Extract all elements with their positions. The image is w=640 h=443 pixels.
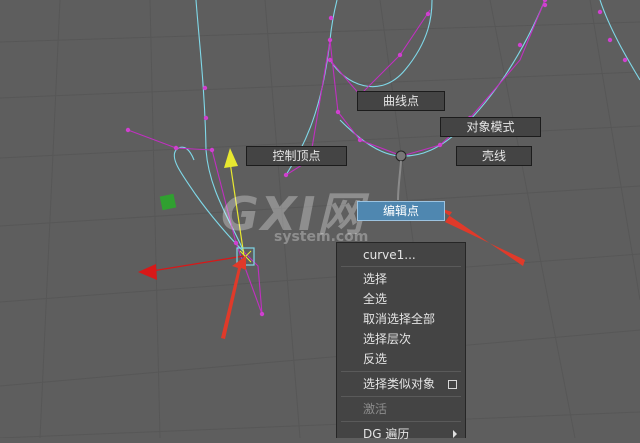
marking-menu-hull[interactable]: 壳线 bbox=[456, 146, 532, 166]
context-menu: curve1... 选择 全选 取消选择全部 选择层次 反选 选择类似对象 激活… bbox=[336, 242, 466, 441]
menu-separator bbox=[341, 421, 461, 422]
menu-item-invert-selection[interactable]: 反选 bbox=[363, 350, 457, 368]
cv-point[interactable] bbox=[125, 127, 131, 133]
marking-menu-edit-point[interactable]: 编辑点 bbox=[357, 201, 445, 221]
cv-point[interactable] bbox=[517, 42, 523, 48]
marking-menu-object-mode[interactable]: 对象模式 bbox=[440, 117, 541, 137]
cv-point[interactable] bbox=[202, 85, 208, 91]
pivot-handle-icon[interactable] bbox=[395, 150, 407, 162]
cv-point[interactable] bbox=[173, 145, 179, 151]
menu-separator bbox=[341, 396, 461, 397]
menu-item-select-all[interactable]: 全选 bbox=[363, 290, 457, 308]
menu-item-select-hierarchy[interactable]: 选择层次 bbox=[363, 330, 457, 348]
cv-point[interactable] bbox=[597, 9, 603, 15]
cv-point[interactable] bbox=[209, 147, 215, 153]
cv-point[interactable] bbox=[397, 52, 403, 58]
cv-point[interactable] bbox=[259, 311, 265, 317]
marking-menu-control-vertex[interactable]: 控制顶点 bbox=[246, 146, 347, 166]
menu-item-select[interactable]: 选择 bbox=[363, 270, 457, 288]
cv-point[interactable] bbox=[542, 2, 548, 8]
menu-item-dg-traversal[interactable]: DG 遍历 bbox=[363, 425, 457, 443]
cv-point[interactable] bbox=[607, 37, 613, 43]
cv-point[interactable] bbox=[357, 137, 363, 143]
cv-point[interactable] bbox=[327, 57, 333, 63]
option-box-icon[interactable] bbox=[448, 380, 457, 389]
menu-item-select-similar[interactable]: 选择类似对象 bbox=[363, 375, 457, 393]
cv-point[interactable] bbox=[335, 109, 341, 115]
green-handle[interactable] bbox=[159, 193, 177, 211]
cv-point[interactable] bbox=[203, 115, 209, 121]
cv-point[interactable] bbox=[328, 15, 334, 21]
cv-point[interactable] bbox=[437, 142, 443, 148]
submenu-arrow-icon bbox=[453, 430, 457, 438]
marking-menu-curve-point[interactable]: 曲线点 bbox=[357, 91, 445, 111]
menu-separator bbox=[341, 371, 461, 372]
cv-point[interactable] bbox=[622, 57, 628, 63]
cv-point[interactable] bbox=[283, 172, 289, 178]
cv-point[interactable] bbox=[327, 37, 333, 43]
menu-item-activate: 激活 bbox=[363, 402, 388, 416]
menu-item-deselect-all[interactable]: 取消选择全部 bbox=[363, 310, 457, 328]
cv-point[interactable] bbox=[425, 11, 431, 17]
menu-separator bbox=[341, 266, 461, 267]
context-menu-header: curve1... bbox=[363, 248, 416, 262]
